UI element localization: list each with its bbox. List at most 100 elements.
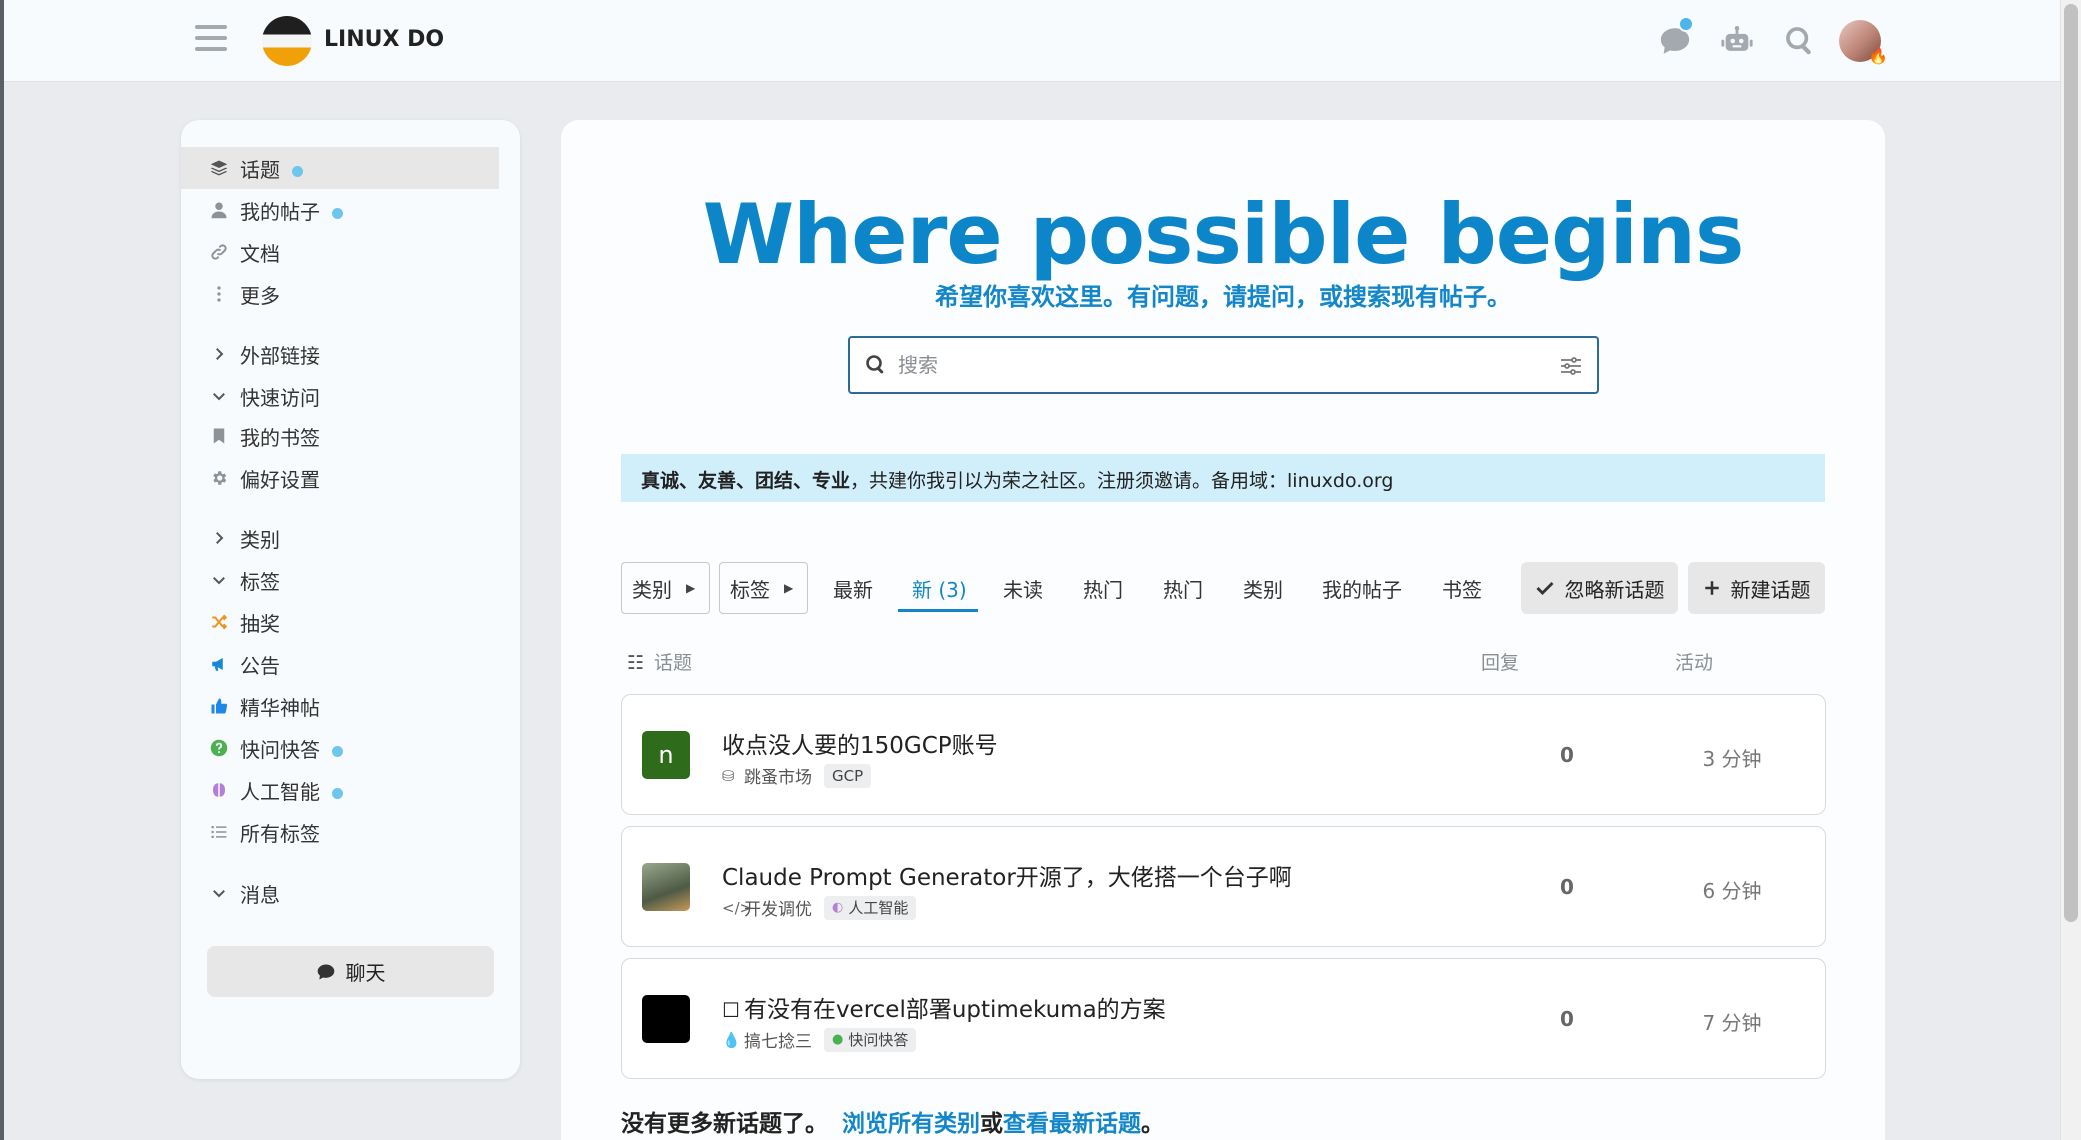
- tab-new[interactable]: 新 (3): [912, 574, 967, 603]
- site-name[interactable]: LINUX DO: [324, 27, 444, 52]
- sidebar-item-lottery[interactable]: 抽奖: [181, 601, 499, 643]
- footer-end: 。: [1141, 1111, 1164, 1137]
- tab-categories[interactable]: 类别: [1243, 574, 1283, 603]
- topic-avatar[interactable]: [642, 863, 690, 911]
- topic-category[interactable]: 跳蚤市场: [744, 763, 812, 788]
- topic-replies[interactable]: 0: [1542, 875, 1592, 899]
- hamburger-menu-icon[interactable]: [195, 25, 227, 55]
- search-icon: [866, 355, 884, 374]
- topic-activity[interactable]: 3 分钟: [1657, 743, 1807, 772]
- sidebar-item-all-tags[interactable]: 所有标签: [181, 811, 499, 853]
- search-icon[interactable]: [1783, 24, 1817, 58]
- topic-tag-label: GCP: [832, 766, 864, 785]
- topic-row[interactable]: n 收点没人要的150GCP账号 ⛁ 跳蚤市场 GCP 0 3 分钟: [621, 694, 1826, 815]
- sidebar-item-bookmarks[interactable]: 我的书签: [181, 415, 499, 457]
- no-more-topics-text: 没有更多新话题了。 浏览所有类别或查看最新话题。: [621, 1104, 1164, 1138]
- tab-my-posts[interactable]: 我的帖子: [1322, 574, 1402, 603]
- plus-icon: [1704, 581, 1719, 595]
- topic-row[interactable]: Claude Prompt Generator开源了，大佬搭一个台子啊 </> …: [621, 826, 1826, 947]
- new-topic-label: 新建话题: [1730, 577, 1811, 602]
- list-icon: [208, 821, 230, 843]
- column-replies-header[interactable]: 回复: [1481, 648, 1519, 675]
- column-topic-header[interactable]: ☷ 话题: [627, 648, 692, 675]
- unread-dot: [292, 165, 303, 177]
- sidebar-item-label: 我的帖子: [240, 199, 320, 224]
- sidebar-section-tags[interactable]: 标签: [181, 559, 499, 601]
- sidebar-item-label: 偏好设置: [240, 467, 320, 492]
- browse-categories-link[interactable]: 浏览所有类别: [842, 1111, 980, 1137]
- topic-title[interactable]: 收点没人要的150GCP账号: [722, 726, 998, 760]
- sidebar: 话题 我的帖子 文档 更多 外部链接 快速访问 我的书签 偏好设置 类别 标签 …: [181, 120, 520, 1079]
- topic-category[interactable]: 开发调优: [744, 895, 812, 920]
- footer-message: 没有更多新话题了。: [621, 1111, 828, 1137]
- bookmark-icon: [208, 425, 230, 447]
- sidebar-item-docs[interactable]: 文档: [181, 231, 499, 273]
- tab-latest[interactable]: 最新: [833, 574, 873, 603]
- topic-replies[interactable]: 0: [1542, 743, 1592, 767]
- sidebar-section-quick-access[interactable]: 快速访问: [181, 375, 499, 417]
- robot-icon[interactable]: [1720, 24, 1754, 58]
- site-logo[interactable]: [262, 16, 312, 66]
- chat-button[interactable]: 聊天: [207, 946, 494, 997]
- topic-activity[interactable]: 7 分钟: [1657, 1007, 1807, 1036]
- search-box[interactable]: [848, 336, 1599, 394]
- sidebar-section-messages[interactable]: 消息: [181, 872, 499, 914]
- new-topic-button[interactable]: 新建话题: [1688, 562, 1825, 614]
- tab-hot[interactable]: 热门: [1083, 574, 1123, 603]
- sidebar-item-more[interactable]: 更多: [181, 273, 499, 315]
- tab-bookmarks[interactable]: 书签: [1442, 574, 1482, 603]
- topic-meta: </> 开发调优 ◐ 人工智能: [722, 895, 917, 920]
- sidebar-item-label: 快问快答: [240, 737, 320, 762]
- topic-avatar[interactable]: n: [642, 731, 690, 779]
- sidebar-item-topics[interactable]: 话题: [181, 147, 499, 189]
- brain-icon: ◐: [832, 900, 844, 915]
- sidebar-item-announcements[interactable]: 公告: [181, 643, 499, 685]
- topic-activity[interactable]: 6 分钟: [1657, 875, 1807, 904]
- dismiss-new-button[interactable]: 忽略新话题: [1521, 562, 1678, 614]
- topic-title[interactable]: Claude Prompt Generator开源了，大佬搭一个台子啊: [722, 858, 1292, 892]
- scrollbar-thumb[interactable]: [2064, 4, 2078, 922]
- topic-replies[interactable]: 0: [1542, 1007, 1592, 1031]
- gear-icon: [208, 467, 230, 489]
- check-icon: [1535, 581, 1554, 596]
- topic-row[interactable]: ☐ 有没有在vercel部署uptimekuma的方案 💧 搞七捻三 ● 快问快答 …: [621, 958, 1826, 1079]
- chevron-down-icon: [208, 882, 230, 904]
- hero-subtitle: 希望你喜欢这里。有问题，请提问，或搜索现有帖子。: [935, 283, 1511, 311]
- sidebar-section-external-links[interactable]: 外部链接: [181, 333, 499, 375]
- search-input[interactable]: [898, 348, 1538, 382]
- sidebar-item-quick-qa[interactable]: 快问快答: [181, 727, 499, 769]
- tab-top[interactable]: 热门: [1163, 574, 1203, 603]
- sidebar-item-label: 人工智能: [240, 779, 320, 804]
- tag-dropdown[interactable]: 标签 ▶: [719, 562, 808, 614]
- window-edge: [0, 0, 4, 1140]
- sidebar-section-label: 标签: [240, 569, 280, 594]
- layers-icon: [208, 157, 230, 179]
- active-tab-indicator: [898, 609, 978, 612]
- category-dropdown[interactable]: 类别 ▶: [621, 562, 710, 614]
- topic-category[interactable]: 搞七捻三: [744, 1027, 812, 1052]
- vertical-dots-icon: [208, 283, 230, 305]
- notice-bold-text: 真诚、友善、团结、专业: [641, 470, 851, 492]
- scrollbar[interactable]: [2060, 0, 2081, 1140]
- topic-title[interactable]: ☐ 有没有在vercel部署uptimekuma的方案: [722, 990, 1166, 1024]
- tab-unread[interactable]: 未读: [1003, 574, 1043, 603]
- checkbox-glyph-icon: ☐: [722, 998, 740, 1022]
- topic-avatar[interactable]: [642, 995, 690, 1043]
- topic-tag[interactable]: ● 快问快答: [824, 1027, 917, 1052]
- topic-tag[interactable]: ◐ 人工智能: [824, 895, 917, 920]
- chevron-down-icon: [208, 385, 230, 407]
- sidebar-item-my-posts[interactable]: 我的帖子: [181, 189, 499, 231]
- main-content: Where possible begins 希望你喜欢这里。有问题，请提问，或搜…: [561, 120, 1885, 1140]
- caret-right-icon: ▶: [784, 581, 794, 595]
- footer-or: 或: [980, 1111, 1003, 1137]
- view-latest-link[interactable]: 查看最新话题: [1003, 1111, 1141, 1137]
- column-activity-header[interactable]: 活动: [1675, 648, 1713, 675]
- sidebar-item-featured[interactable]: 精华神帖: [181, 685, 499, 727]
- sidebar-item-preferences[interactable]: 偏好设置: [181, 457, 499, 499]
- filter-sliders-icon[interactable]: [1559, 354, 1583, 378]
- topic-tag[interactable]: GCP: [824, 763, 872, 788]
- chevron-down-icon: [208, 569, 230, 591]
- sidebar-section-categories[interactable]: 类别: [181, 517, 499, 559]
- sidebar-item-ai[interactable]: 人工智能: [181, 769, 499, 811]
- list-check-icon: ☷: [627, 652, 645, 674]
